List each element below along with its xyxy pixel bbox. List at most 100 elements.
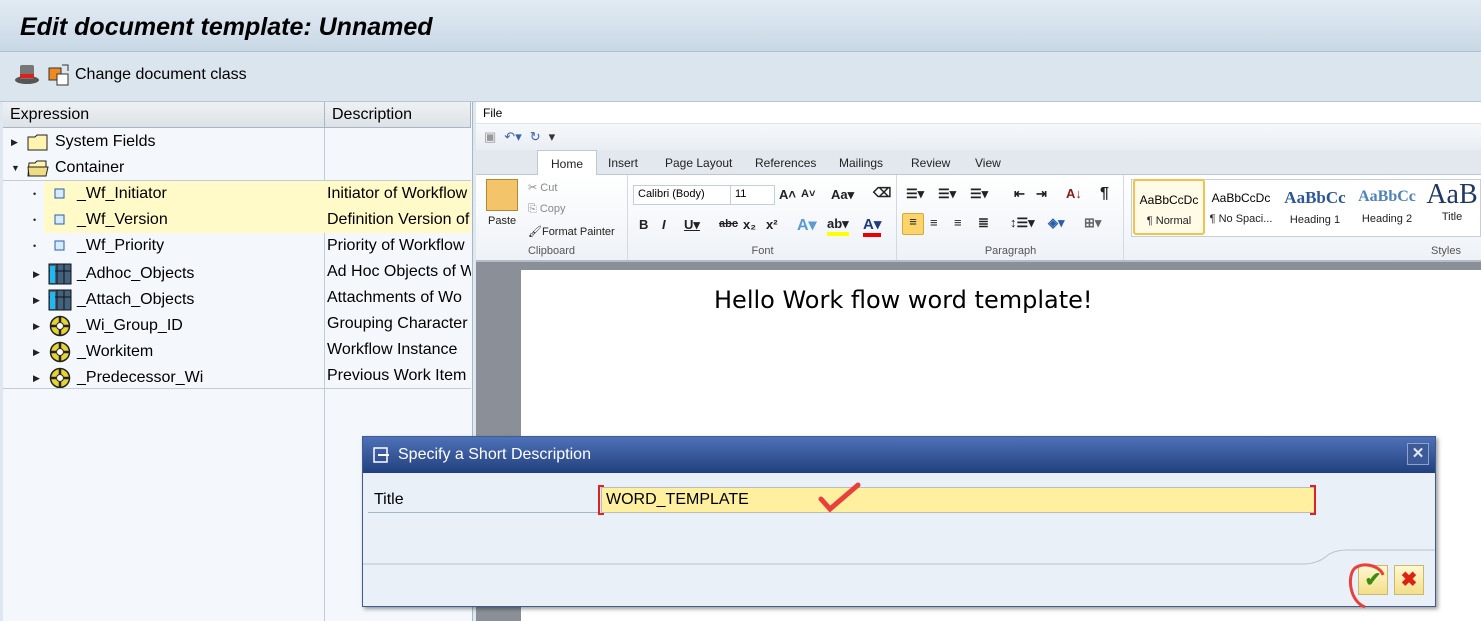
expand-toggle-icon[interactable]: ▶: [33, 269, 43, 280]
column-header-description[interactable]: Description: [325, 102, 471, 128]
tree-row[interactable]: ▶ _Predecessor_Wi Previous Work Item: [3, 363, 471, 389]
cancel-button[interactable]: ✖: [1394, 565, 1424, 595]
style-normal[interactable]: AaBbCcDc ¶ Normal: [1133, 179, 1205, 235]
style-title[interactable]: AaB Title: [1423, 179, 1481, 235]
change-document-class-button[interactable]: Change document class: [48, 63, 247, 87]
description-cell: Previous Work Item: [327, 367, 467, 384]
tree-row[interactable]: • _Wf_Initiator Initiator of Workflow: [3, 181, 471, 207]
copy-icon: ⎘: [528, 203, 540, 215]
expand-toggle-icon[interactable]: ▶: [33, 295, 43, 306]
title-field-label: Title: [374, 491, 404, 508]
container-divider: [3, 180, 471, 181]
numbering-icon[interactable]: ☰▾: [938, 186, 956, 202]
shrink-font-icon[interactable]: A˅: [801, 188, 815, 200]
clipboard-group: Paste ✂ Cut ⎘ Copy 🖌Format Painter Clipb…: [476, 175, 628, 260]
tab-view[interactable]: View: [975, 156, 1001, 170]
sort-icon[interactable]: A↓: [1066, 186, 1082, 201]
expand-toggle-icon[interactable]: ▶: [33, 373, 43, 384]
strikethrough-icon[interactable]: abc: [719, 218, 738, 230]
document-text[interactable]: Hello Work flow word template!: [714, 286, 1093, 314]
paste-icon[interactable]: [486, 179, 518, 211]
clear-formatting-icon[interactable]: ⌫: [873, 185, 891, 201]
tab-home[interactable]: Home: [537, 150, 598, 176]
expression-label: _Wf_Version: [77, 211, 168, 228]
align-right-icon[interactable]: ≡: [954, 215, 962, 230]
tab-references[interactable]: References: [755, 156, 816, 170]
redo-icon[interactable]: ↻: [530, 129, 541, 145]
description-cell: Workflow Instance: [327, 341, 458, 358]
font-name-select[interactable]: Calibri (Body): [633, 185, 731, 205]
subscript-icon[interactable]: x₂: [743, 217, 756, 232]
underline-icon[interactable]: U▾: [684, 217, 700, 233]
shading-icon[interactable]: ◈▾: [1048, 215, 1065, 231]
expression-label: _Attach_Objects: [77, 291, 195, 308]
hat-button[interactable]: [14, 63, 40, 85]
element-icon: [48, 240, 72, 252]
increase-indent-icon[interactable]: ⇥: [1036, 186, 1047, 202]
save-icon[interactable]: ▣: [484, 129, 496, 145]
paste-button[interactable]: Paste: [488, 215, 516, 227]
tab-page-layout[interactable]: Page Layout: [665, 156, 732, 170]
customize-qat-icon[interactable]: ▾: [549, 129, 556, 145]
tree-row[interactable]: ▶ _Attach_Objects Attachments of Wo: [3, 285, 471, 311]
title-input[interactable]: [601, 487, 1315, 513]
expression-label: _Adhoc_Objects: [77, 265, 195, 282]
grow-font-icon[interactable]: A˄: [779, 187, 796, 202]
tab-insert[interactable]: Insert: [608, 156, 638, 170]
expression-label: System Fields: [55, 133, 156, 150]
label-underline: [368, 512, 600, 513]
required-marker-right: [1310, 485, 1316, 515]
undo-icon[interactable]: ↶▾: [504, 129, 521, 145]
bullets-icon[interactable]: ☰▾: [906, 186, 924, 202]
cut-button[interactable]: ✂ Cut: [528, 181, 557, 194]
styles-group: AaBbCcDc ¶ Normal AaBbCcDc ¶ No Spaci... A…: [1125, 175, 1481, 260]
align-center-icon[interactable]: ≡: [930, 215, 938, 230]
change-case-icon[interactable]: Aa▾: [831, 187, 854, 203]
italic-icon[interactable]: I: [662, 217, 666, 232]
expand-toggle-icon[interactable]: ▼: [11, 163, 21, 173]
expression-label: _Wf_Initiator: [77, 185, 167, 202]
text-effects-icon[interactable]: A▾: [797, 215, 817, 235]
line-spacing-icon[interactable]: ↕☰▾: [1010, 215, 1035, 231]
show-formatting-icon[interactable]: ¶: [1100, 185, 1109, 203]
style-heading-2[interactable]: AaBbCc Heading 2: [1351, 179, 1423, 235]
font-size-select[interactable]: 11: [730, 185, 775, 205]
file-tab[interactable]: File: [476, 102, 1481, 124]
tab-mailings[interactable]: Mailings: [839, 156, 883, 170]
tab-review[interactable]: Review: [911, 156, 950, 170]
multilevel-list-icon[interactable]: ☰▾: [970, 186, 988, 202]
hat-icon: [15, 65, 39, 84]
expand-toggle-icon[interactable]: ▶: [33, 321, 43, 332]
bold-icon[interactable]: B: [639, 217, 648, 232]
highlight-icon[interactable]: ab▾: [827, 216, 849, 236]
column-header-expression[interactable]: Expression: [3, 102, 325, 128]
expression-label: _Wi_Group_ID: [77, 317, 183, 334]
decrease-indent-icon[interactable]: ⇤: [1014, 186, 1025, 202]
borders-icon[interactable]: ⊞▾: [1084, 215, 1101, 231]
format-painter-button[interactable]: 🖌Format Painter: [528, 225, 615, 238]
tree-row[interactable]: ▶ _Wi_Group_ID Grouping Character: [3, 311, 471, 337]
window-title: Edit document template: Unnamed: [20, 13, 433, 41]
tree-row[interactable]: • _Wf_Version Definition Version of: [3, 207, 471, 233]
style-no-spacing[interactable]: AaBbCcDc ¶ No Spaci...: [1205, 179, 1277, 235]
style-heading-1[interactable]: AaBbCc Heading 1: [1279, 179, 1351, 235]
expand-toggle-icon[interactable]: ▶: [11, 137, 21, 148]
dialog-close-button[interactable]: ✕: [1407, 443, 1429, 465]
copy-button[interactable]: ⎘ Copy: [528, 203, 566, 216]
align-left-icon[interactable]: ≡: [902, 213, 924, 235]
tree-row[interactable]: ▶ _Adhoc_Objects Ad Hoc Objects of W: [3, 259, 471, 285]
title-bar: Edit document template: Unnamed: [0, 0, 1481, 52]
object-icon: [48, 367, 72, 389]
bullet-icon: •: [33, 241, 37, 251]
tree-row[interactable]: • _Wf_Priority Priority of Workflow: [3, 233, 471, 259]
justify-icon[interactable]: ≣: [978, 215, 989, 231]
tree-row[interactable]: ▶ _Workitem Workflow Instance: [3, 337, 471, 363]
description-cell: Definition Version of: [327, 211, 470, 228]
ribbon: Paste ✂ Cut ⎘ Copy 🖌Format Painter Clipb…: [476, 175, 1481, 262]
tree-row[interactable]: ▼ Container: [3, 155, 471, 181]
expand-toggle-icon[interactable]: ▶: [33, 347, 43, 358]
font-color-icon[interactable]: A▾: [863, 215, 882, 237]
tree-row[interactable]: ▶ System Fields: [3, 129, 471, 155]
superscript-icon[interactable]: x²: [766, 217, 778, 232]
annotation-circle-icon: [1348, 563, 1385, 609]
